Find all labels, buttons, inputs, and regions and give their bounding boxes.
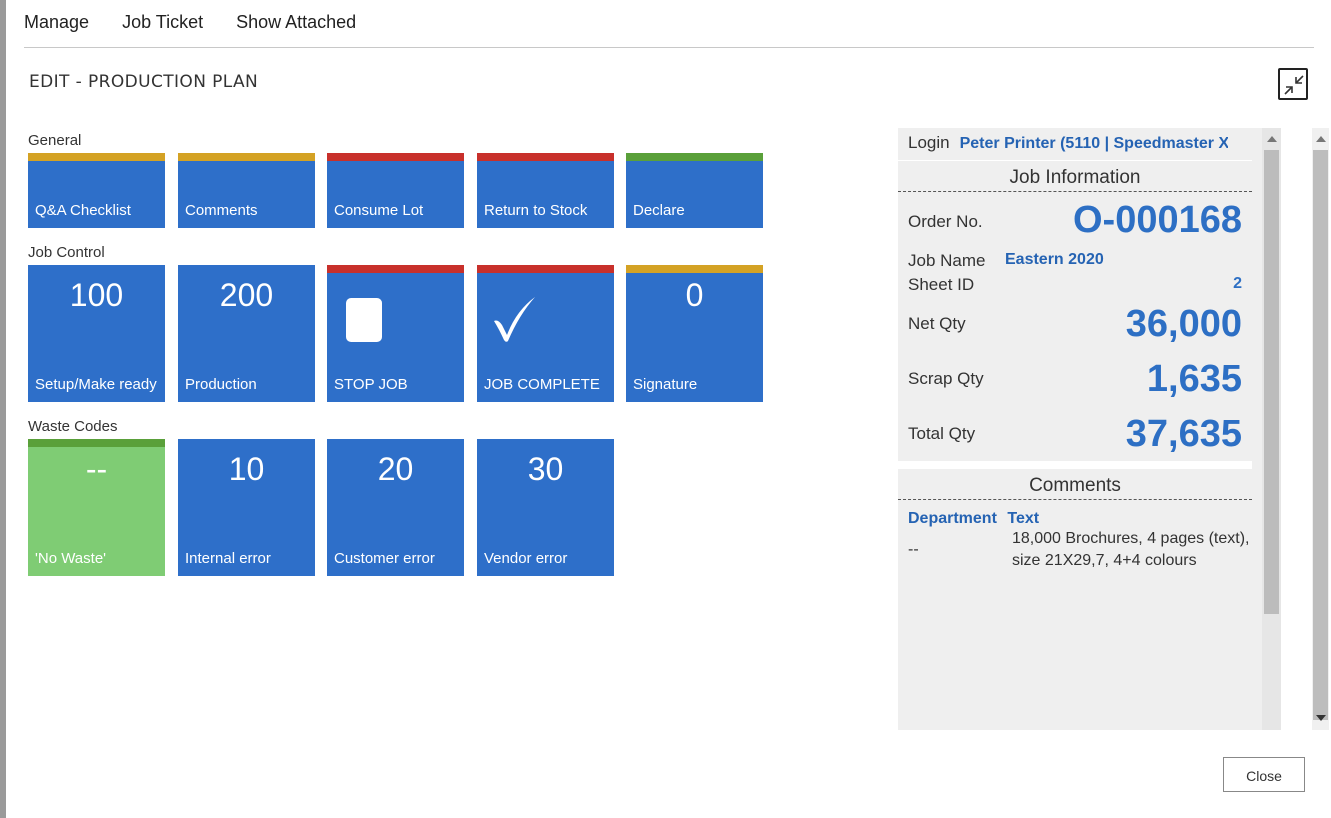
login-value: Peter Printer (5110 | Speedmaster XL 106… (959, 135, 1228, 152)
status-bar (28, 153, 165, 161)
department-column-header: Department (908, 510, 997, 527)
tile-value: 0 (685, 277, 704, 313)
menu-divider (24, 47, 1314, 48)
scroll-up-icon[interactable] (1267, 136, 1277, 142)
comment-department: -- (908, 541, 919, 558)
status-bar (178, 153, 315, 161)
return-to-stock-tile[interactable]: Return to Stock (477, 153, 614, 228)
collapse-icon (1284, 75, 1304, 95)
vendor-error-tile[interactable]: 30 Vendor error (477, 439, 614, 576)
waste-codes-label: Waste Codes (28, 418, 118, 435)
tile-value: 30 (527, 451, 564, 487)
window-edge (0, 0, 6, 818)
tile-value: 100 (69, 277, 124, 313)
comments-section: Comments Department Text -- 18,000 Broch… (898, 469, 1252, 730)
job-complete-tile[interactable]: JOB COMPLETE (477, 265, 614, 402)
page-title: EDIT - PRODUCTION PLAN (29, 72, 259, 92)
close-button[interactable]: Close (1223, 757, 1305, 792)
collapse-button[interactable] (1278, 68, 1308, 100)
total-qty-value: 37,635 (1125, 413, 1242, 455)
tile-label: Declare (633, 202, 685, 219)
info-panel: Login Peter Printer (5110 | Speedmaster X… (898, 128, 1281, 730)
tile-label: Q&A Checklist (35, 202, 131, 219)
stop-job-tile[interactable]: STOP JOB (327, 265, 464, 402)
panel-scrollbar[interactable] (1262, 128, 1281, 730)
sheet-id-label: Sheet ID (908, 275, 975, 294)
status-bar (626, 265, 763, 273)
status-bar (626, 153, 763, 161)
scrollbar-thumb[interactable] (1264, 150, 1279, 614)
scrap-qty-label: Scrap Qty (908, 369, 984, 388)
setup-tile[interactable]: 100 Setup/Make ready (28, 265, 165, 402)
signature-tile[interactable]: 0 Signature (626, 265, 763, 402)
consume-lot-tile[interactable]: Consume Lot (327, 153, 464, 228)
status-bar (477, 265, 614, 273)
order-no-label: Order No. (908, 212, 983, 231)
job-ticket-menu[interactable]: Job Ticket (122, 12, 203, 33)
general-label: General (28, 132, 82, 149)
tile-label: Customer error (334, 550, 435, 567)
internal-error-tile[interactable]: 10 Internal error (178, 439, 315, 576)
comments-title: Comments (898, 469, 1252, 500)
order-no-value: O-000168 (1072, 199, 1242, 241)
net-qty-label: Net Qty (908, 314, 966, 333)
tile-value: 20 (377, 451, 414, 487)
page-scrollbar[interactable] (1312, 128, 1329, 730)
tile-label: 'No Waste' (35, 550, 107, 567)
tile-label: Setup/Make ready (35, 376, 157, 393)
qa-checklist-tile[interactable]: Q&A Checklist (28, 153, 165, 228)
stop-icon (346, 298, 382, 342)
tile-label: Consume Lot (334, 202, 424, 219)
scroll-down-icon[interactable] (1316, 715, 1326, 721)
job-control-label: Job Control (28, 244, 105, 261)
status-bar (477, 153, 614, 161)
sheet-id-value: 2 (1233, 275, 1242, 292)
production-tile[interactable]: 200 Production (178, 265, 315, 402)
no-waste-tile[interactable]: -- 'No Waste' (28, 439, 165, 576)
scrap-qty-value: 1,635 (1146, 358, 1242, 400)
customer-error-tile[interactable]: 20 Customer error (327, 439, 464, 576)
action-menu: Manage Job Ticket Show Attached (24, 12, 356, 33)
status-bar (327, 265, 464, 273)
job-information-section: Job Information Order No. O-000168 Job N… (898, 160, 1252, 461)
tile-label: Internal error (185, 550, 271, 567)
total-qty-label: Total Qty (908, 424, 976, 443)
tile-value: -- (85, 451, 108, 487)
tile-label: Return to Stock (484, 202, 588, 219)
login-label: Login (908, 133, 950, 152)
job-name-label: Job Name (908, 251, 986, 270)
tile-value: 200 (219, 277, 274, 313)
status-bar (327, 153, 464, 161)
checkmark-icon (494, 297, 535, 342)
comments-header: Department Text (908, 510, 1039, 528)
job-name-value: Eastern 2020 (1005, 251, 1104, 268)
tile-label: Comments (185, 202, 258, 219)
tile-label: Production (185, 376, 257, 393)
net-qty-value: 36,000 (1125, 303, 1242, 345)
status-bar (28, 439, 165, 447)
tile-label: Vendor error (484, 550, 568, 567)
tile-label: STOP JOB (334, 376, 408, 393)
text-column-header: Text (1007, 510, 1040, 527)
manage-menu[interactable]: Manage (24, 12, 89, 33)
login-row: Login Peter Printer (5110 | Speedmaster X… (908, 133, 1228, 153)
tile-label: JOB COMPLETE (484, 376, 600, 393)
scrollbar-thumb[interactable] (1313, 150, 1328, 720)
scroll-up-icon[interactable] (1316, 136, 1326, 142)
tile-value: 10 (228, 451, 265, 487)
show-attached-menu[interactable]: Show Attached (236, 12, 356, 33)
comment-text: 18,000 Brochures, 4 pages (text), size 2… (1012, 530, 1250, 569)
declare-tile[interactable]: Declare (626, 153, 763, 228)
comments-tile[interactable]: Comments (178, 153, 315, 228)
tile-label: Signature (633, 376, 698, 393)
job-information-title: Job Information (898, 161, 1252, 192)
